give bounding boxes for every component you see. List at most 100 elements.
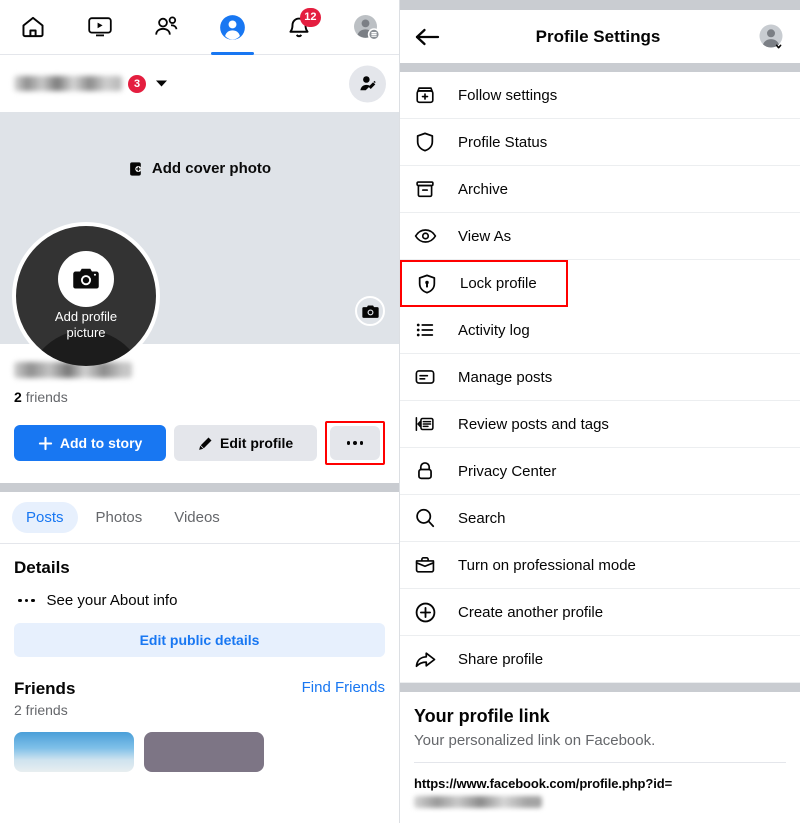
menu-item-manage-posts[interactable]: Manage posts [400,354,800,401]
find-friends-link[interactable]: Find Friends [302,679,385,696]
nav-tab-video[interactable] [67,0,134,55]
menu-item-archive[interactable]: Archive [400,166,800,213]
profile-link-url[interactable]: https://www.facebook.com/profile.php?id= [414,776,786,791]
settings-menu-list: Follow settings Profile Status Archive V… [400,72,800,683]
profile-link-divider [414,762,786,763]
friend-thumbnail[interactable] [14,732,134,772]
friends-title: Friends [14,679,76,698]
menu-item-follow-settings[interactable]: Follow settings [400,72,800,119]
menu-item-label: Lock profile [460,275,537,292]
edit-profile-fab-button[interactable] [349,65,386,102]
menu-item-share-profile[interactable]: Share profile [400,636,800,683]
menu-item-lock-profile[interactable]: Lock profile [400,260,568,307]
details-section: Details See your About info Edit public … [0,544,399,657]
profile-link-title: Your profile link [414,706,550,726]
menu-item-privacy-center[interactable]: Privacy Center [400,448,800,495]
add-to-story-label: Add to story [59,435,143,451]
friends-icon [152,14,180,40]
add-cover-photo-button[interactable]: Add cover photo [0,160,399,177]
see-about-info-row[interactable]: See your About info [14,578,385,621]
edit-profile-label: Edit profile [220,435,294,451]
account-switcher-row[interactable]: 3 [0,55,399,112]
plus-icon [38,436,53,451]
profile-settings-pane: Profile Settings Follow settings Profile… [400,0,800,823]
profile-icon [219,14,246,41]
chevron-down-icon [155,79,168,88]
menu-item-label: View As [458,227,512,245]
settings-divider [400,683,800,692]
menu-item-turn-on-professional-mode[interactable]: Turn on professional mode [400,542,800,589]
top-navigation-bar: 12 [0,0,399,55]
manage-posts-icon [414,366,444,388]
padlock-icon [414,460,444,482]
app-screen: 12 3 Add cover photo Add profile picture… [0,0,800,823]
avatar-chevron-icon[interactable] [756,22,786,52]
search-icon [414,507,444,529]
menu-item-label: Manage posts [458,368,553,386]
menu-item-view-as[interactable]: View As [400,213,800,260]
menu-item-label: Privacy Center [458,462,557,480]
menu-item-label: Turn on professional mode [458,556,636,574]
menu-item-label: Create another profile [458,603,604,621]
nav-tab-notifications[interactable]: 12 [266,0,333,55]
back-arrow-icon[interactable] [414,27,440,47]
add-profile-picture-label-line2: picture [66,325,106,340]
follow-settings-icon [414,84,444,106]
camera-icon [361,304,379,319]
menu-item-label: Share profile [458,650,544,668]
add-photo-icon [128,161,144,177]
profile-content-tabs: Posts Photos Videos [0,492,399,543]
plus-circle-icon [414,601,444,624]
menu-item-label: Follow settings [458,86,558,104]
briefcase-icon [414,554,444,576]
tab-posts[interactable]: Posts [12,502,78,533]
more-options-button[interactable] [330,426,381,460]
status-strip [400,0,800,10]
edit-profile-button[interactable]: Edit profile [174,425,318,461]
tab-photos[interactable]: Photos [82,502,157,533]
menu-item-activity-log[interactable]: Activity log [400,307,800,354]
profile-action-buttons: Add to story Edit profile [0,405,399,483]
add-cover-photo-label: Add cover photo [151,160,272,177]
header-divider [400,63,800,72]
menu-item-label: Profile Status [458,133,548,151]
add-profile-picture-button[interactable]: Add profile picture [12,222,160,370]
account-name-redacted [14,76,122,91]
friend-thumbnail-grid [0,718,399,772]
eye-icon [414,225,444,247]
tab-videos[interactable]: Videos [160,502,234,533]
section-divider [0,483,399,492]
nav-tab-profile[interactable] [200,0,267,55]
friends-section-header: Friends 2 friends Find Friends [0,657,399,718]
friend-count-number: 2 [14,389,22,405]
account-menu-icon [351,12,381,42]
nav-tab-home[interactable] [0,0,67,55]
profile-link-subtitle: Your personalized link on Facebook. [414,732,656,749]
friend-thumbnail[interactable] [144,732,264,772]
nav-tab-account-menu[interactable] [333,0,400,55]
friend-count-line: 2 friends [14,389,385,405]
add-to-story-button[interactable]: Add to story [14,425,167,461]
shield-lock-icon [416,273,446,295]
details-title: Details [14,558,70,577]
menu-item-search[interactable]: Search [400,495,800,542]
menu-item-review-posts-and-tags[interactable]: Review posts and tags [400,401,800,448]
profile-link-id-redacted [414,796,542,808]
settings-header: Profile Settings [400,10,800,63]
camera-icon [72,267,100,291]
menu-item-profile-status[interactable]: Profile Status [400,119,800,166]
cover-photo-area[interactable]: Add cover photo Add profile picture [0,112,399,370]
menu-item-label: Review posts and tags [458,415,609,433]
friends-subtitle: 2 friends [14,702,68,718]
cover-camera-button[interactable] [355,296,385,326]
share-arrow-icon [414,648,444,671]
edit-public-details-button[interactable]: Edit public details [14,623,385,657]
profile-pane: 12 3 Add cover photo Add profile picture… [0,0,400,823]
nav-tab-friends[interactable] [133,0,200,55]
menu-item-label: Activity log [458,321,530,339]
notification-badge: 12 [300,7,321,27]
home-icon [20,14,46,40]
menu-item-create-another-profile[interactable]: Create another profile [400,589,800,636]
page-title: Profile Settings [535,26,661,46]
ellipsis-icon [346,441,364,445]
